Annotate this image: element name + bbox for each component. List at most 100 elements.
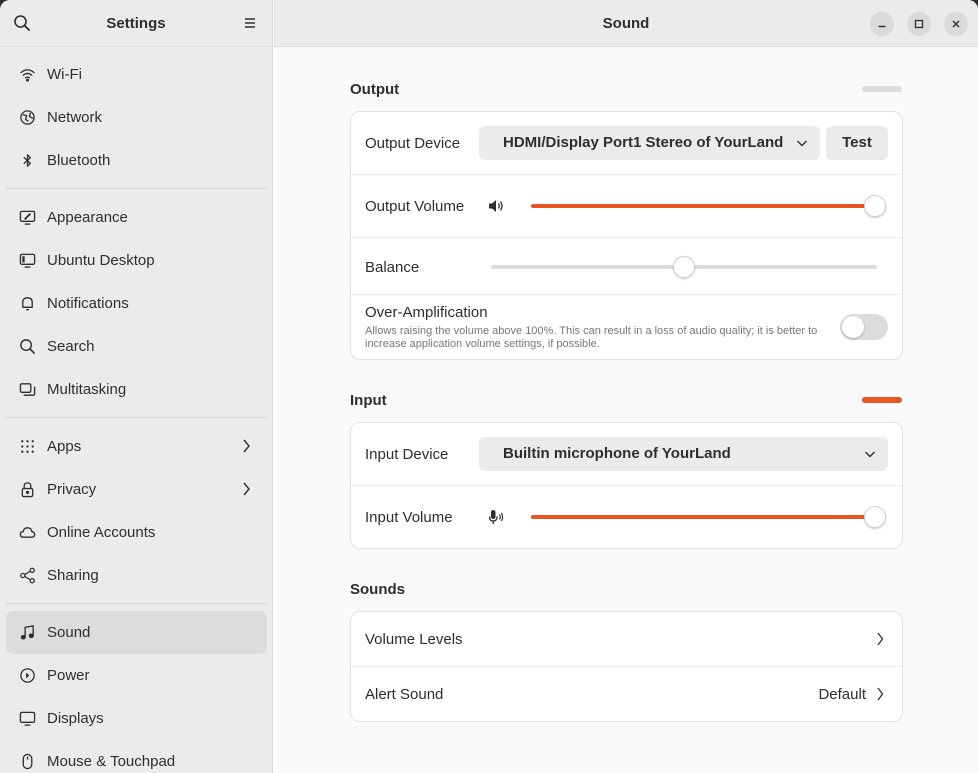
- test-button[interactable]: Test: [826, 126, 888, 160]
- volume-levels-row[interactable]: Volume Levels: [351, 612, 902, 667]
- slider-fill: [531, 204, 875, 208]
- sidebar-item-label: Network: [47, 109, 103, 126]
- alert-sound-label: Alert Sound: [365, 686, 444, 703]
- sidebar-item-label: Appearance: [47, 209, 128, 226]
- sidebar-item-label: Apps: [47, 438, 82, 455]
- sidebar-item-label: Search: [47, 338, 95, 355]
- power-icon: [18, 667, 36, 685]
- sidebar-separator: [6, 417, 267, 418]
- sidebar-item-mouse-touchpad[interactable]: Mouse & Touchpad: [0, 740, 273, 773]
- sidebar-item-label: Displays: [47, 710, 104, 727]
- output-device-row: Output Device HDMI/Display Port1 Stereo …: [351, 112, 902, 175]
- sidebar-item-search[interactable]: Search: [0, 325, 273, 368]
- sounds-section-title: Sounds: [350, 581, 405, 598]
- volume-levels-label: Volume Levels: [365, 631, 463, 648]
- slider-knob[interactable]: [864, 195, 886, 217]
- input-volume-label: Input Volume: [365, 509, 453, 526]
- sidebar-item-bluetooth[interactable]: Bluetooth: [0, 139, 273, 182]
- slider-fill: [531, 515, 875, 519]
- music-note-icon: [18, 624, 36, 642]
- balance-slider[interactable]: [491, 255, 877, 279]
- output-volume-slider[interactable]: [531, 194, 886, 218]
- output-card: Output Device HDMI/Display Port1 Stereo …: [350, 111, 903, 360]
- sidebar-item-privacy[interactable]: Privacy: [0, 468, 273, 511]
- sidebar-separator: [6, 188, 267, 189]
- over-amplification-toggle[interactable]: [840, 314, 888, 340]
- input-device-row: Input Device Builtin microphone of YourL…: [351, 423, 902, 486]
- appearance-icon: [18, 209, 36, 227]
- sidebar-item-sharing[interactable]: Sharing: [0, 554, 273, 597]
- output-device-dropdown[interactable]: HDMI/Display Port1 Stereo of YourLand: [479, 126, 820, 160]
- chevron-down-icon: [796, 138, 808, 148]
- sidebar-item-appearance[interactable]: Appearance: [0, 196, 273, 239]
- sidebar-item-label: Bluetooth: [47, 152, 111, 169]
- output-volume-label: Output Volume: [365, 198, 465, 215]
- maximize-icon: [914, 19, 924, 29]
- balance-label: Balance: [365, 259, 420, 276]
- close-button[interactable]: [944, 12, 968, 36]
- close-icon: [952, 20, 960, 28]
- sidebar-item-label: Sound: [47, 624, 91, 641]
- sidebar-item-apps[interactable]: Apps: [0, 425, 273, 468]
- sidebar-item-label: Multitasking: [47, 381, 127, 398]
- hamburger-menu-icon[interactable]: [241, 14, 259, 32]
- sidebar-item-network[interactable]: Network: [0, 96, 273, 139]
- microphone-icon: [487, 508, 505, 526]
- sidebar-item-label: Privacy: [47, 481, 97, 498]
- sidebar-header: Settings: [0, 0, 272, 47]
- sidebar-item-ubuntu-desktop[interactable]: Ubuntu Desktop: [0, 239, 273, 282]
- settings-window: Settings Wi-Fi Network Bluetooth Appeara…: [0, 0, 978, 773]
- sidebar-item-multitasking[interactable]: Multitasking: [0, 368, 273, 411]
- toggle-knob: [842, 316, 864, 338]
- bluetooth-icon: [18, 152, 36, 170]
- output-device-value: HDMI/Display Port1 Stereo of YourLand: [503, 134, 784, 151]
- chevron-right-icon: [876, 686, 884, 702]
- slider-knob[interactable]: [864, 506, 886, 528]
- wifi-icon: [18, 66, 36, 84]
- input-section-title: Input: [350, 392, 387, 409]
- over-amplification-label: Over-Amplification: [365, 304, 488, 321]
- input-device-label: Input Device: [365, 446, 449, 463]
- maximize-button[interactable]: [907, 12, 931, 36]
- apps-grid-icon: [18, 438, 36, 456]
- over-amplification-description: Allows raising the volume above 100%. Th…: [365, 325, 818, 350]
- search-icon: [18, 338, 36, 356]
- balance-row: Balance: [351, 238, 902, 295]
- mouse-icon: [18, 753, 36, 771]
- lock-icon: [18, 481, 36, 499]
- sounds-card: Volume Levels Alert Sound Default: [350, 611, 903, 722]
- chevron-down-icon: [864, 449, 876, 459]
- input-device-value: Builtin microphone of YourLand: [503, 445, 731, 462]
- input-device-dropdown[interactable]: Builtin microphone of YourLand: [479, 437, 888, 471]
- speaker-icon: [487, 197, 505, 215]
- share-icon: [18, 567, 36, 585]
- alert-sound-value: Default: [818, 686, 866, 703]
- input-volume-slider[interactable]: [531, 505, 886, 529]
- sidebar-item-wifi[interactable]: Wi-Fi: [0, 53, 273, 96]
- display-icon: [18, 710, 36, 728]
- sidebar-list: Wi-Fi Network Bluetooth Appearance Ubunt…: [0, 53, 273, 773]
- minimize-button[interactable]: [870, 12, 894, 36]
- cloud-icon: [18, 524, 36, 542]
- sidebar-item-displays[interactable]: Displays: [0, 697, 273, 740]
- sidebar-item-label: Ubuntu Desktop: [47, 252, 155, 269]
- sidebar-item-label: Mouse & Touchpad: [47, 753, 176, 770]
- chevron-right-icon: [876, 631, 884, 647]
- sidebar-item-label: Wi-Fi: [47, 66, 82, 83]
- output-volume-row: Output Volume: [351, 175, 902, 238]
- sidebar-item-sound[interactable]: Sound: [6, 611, 267, 654]
- input-level-meter: [862, 397, 902, 403]
- alert-sound-row[interactable]: Alert Sound Default: [351, 667, 902, 721]
- over-amplification-row: Over-Amplification Allows raising the vo…: [351, 295, 902, 359]
- input-volume-row: Input Volume: [351, 486, 902, 548]
- sidebar-item-online-accounts[interactable]: Online Accounts: [0, 511, 273, 554]
- slider-knob[interactable]: [673, 256, 695, 278]
- sidebar-item-notifications[interactable]: Notifications: [0, 282, 273, 325]
- sidebar-item-power[interactable]: Power: [0, 654, 273, 697]
- input-level-fill: [862, 397, 902, 403]
- chevron-right-icon: [241, 438, 251, 454]
- minimize-icon: [878, 25, 886, 28]
- sidebar: Settings Wi-Fi Network Bluetooth Appeara…: [0, 0, 273, 773]
- sidebar-item-label: Online Accounts: [47, 524, 156, 541]
- network-icon: [18, 109, 36, 127]
